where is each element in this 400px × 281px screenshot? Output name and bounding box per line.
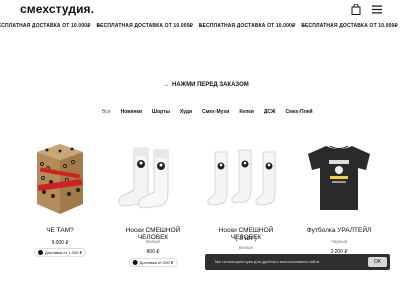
- shipping-ticker: БЕСПЛАТНАЯ ДОСТАВКА ОТ 10.000₽ •БЕСПЛАТНА…: [0, 20, 400, 32]
- shipping-text: Доставка от 1.200 ₽: [44, 250, 83, 255]
- tab-smeh-play[interactable]: Смех-Плей: [286, 109, 313, 115]
- tab-hoodies[interactable]: Худи: [180, 109, 192, 115]
- ticker-text: БЕСПЛАТНАЯ ДОСТАВКА ОТ 10.000₽: [198, 23, 296, 29]
- product-image[interactable]: [203, 138, 289, 218]
- tab-new[interactable]: Новинки: [121, 109, 142, 115]
- ticker-text: БЕСПЛАТНАЯ ДОСТАВКА ОТ 10.000₽: [0, 23, 91, 29]
- product-image[interactable]: [110, 138, 196, 218]
- product-title[interactable]: ЧЕ ТАМ?: [17, 227, 103, 234]
- order-notice-link[interactable]: → НАЖМИ ПЕРЕД ЗАКАЗОМ: [163, 82, 249, 88]
- product-color: Белый: [239, 245, 253, 250]
- cookie-text: Мы используем куки для удобного использо…: [215, 259, 320, 264]
- delivery-icon: [37, 250, 43, 255]
- arrow-right-icon: →: [163, 82, 169, 88]
- cookie-banner: Мы используем куки для удобного использо…: [205, 254, 390, 270]
- site-header: смехстудия.: [0, 0, 400, 20]
- tab-all[interactable]: Все: [102, 109, 111, 115]
- tab-dszh[interactable]: ДСЖ: [264, 109, 276, 115]
- shipping-badge: Доставка от 200 ₽: [128, 258, 178, 267]
- product-price: 9.000 ₽: [51, 240, 69, 246]
- tab-smeh-muhi[interactable]: Смех-Мухи: [202, 109, 229, 115]
- category-tabs: Все Новинки Шорты Худи Смех-Мухи Кепки Д…: [102, 109, 323, 115]
- delivery-icon: [132, 260, 138, 265]
- product-price: 800 ₽: [146, 249, 160, 255]
- ticker-text: БЕСПЛАТНАЯ ДОСТАВКА ОТ 10.000₽: [96, 23, 193, 29]
- cookie-ok-button[interactable]: OK: [368, 257, 387, 267]
- hamburger-menu-icon[interactable]: [372, 5, 382, 14]
- product-image[interactable]: [296, 138, 382, 218]
- product-subtitle: ( 3 шт ): [235, 235, 257, 242]
- ticker-text: БЕСПЛАТНАЯ ДОСТАВКА ОТ 10.000₽: [301, 23, 398, 29]
- product-color: Белый: [146, 239, 160, 244]
- product-image[interactable]: [17, 138, 103, 218]
- tab-shorts[interactable]: Шорты: [152, 109, 170, 115]
- shipping-text: Доставка от 200 ₽: [139, 260, 174, 265]
- product-color: Черный: [330, 239, 348, 244]
- tab-caps[interactable]: Кепки: [239, 109, 253, 115]
- notice-text: НАЖМИ ПЕРЕД ЗАКАЗОМ: [172, 82, 249, 88]
- shopping-bag-icon[interactable]: [351, 4, 361, 15]
- shipping-badge: Доставка от 1.200 ₽: [33, 248, 87, 257]
- site-logo[interactable]: смехстудия.: [20, 2, 94, 16]
- product-title[interactable]: Футболка УРАЛТЕЙЛ: [296, 227, 382, 234]
